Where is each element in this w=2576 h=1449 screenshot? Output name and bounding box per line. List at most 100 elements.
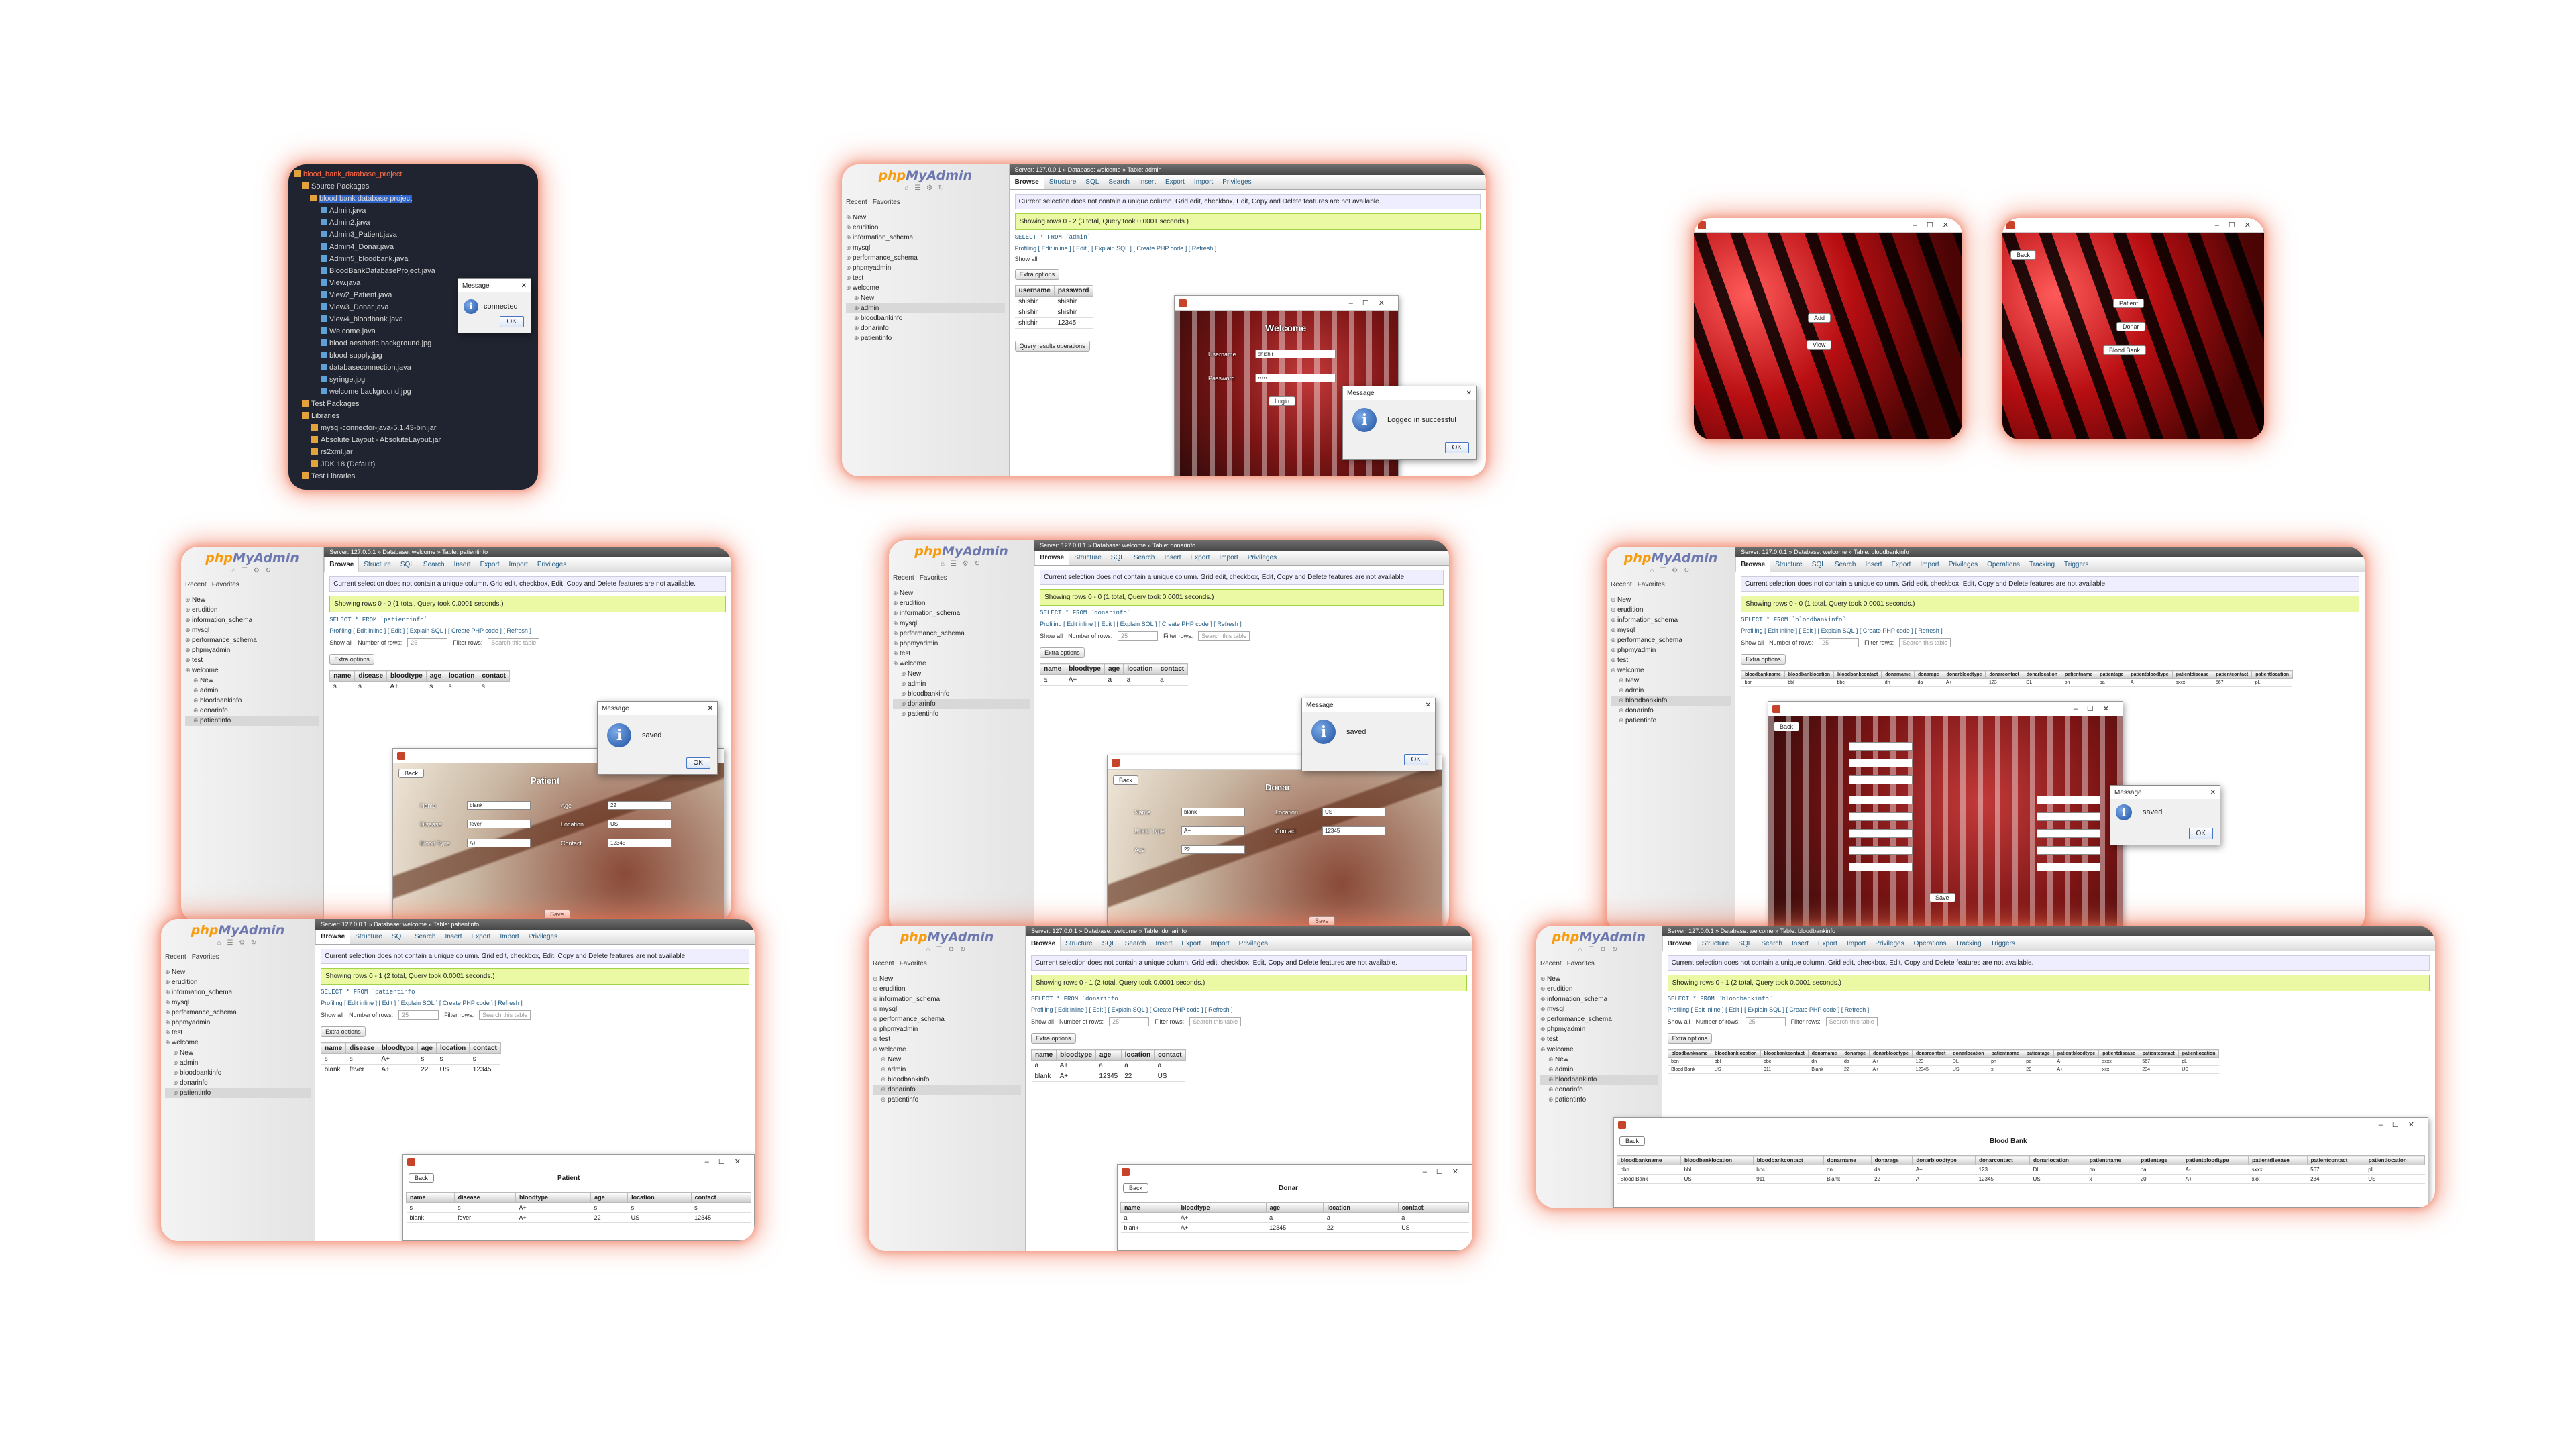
column-header[interactable]: age: [1104, 663, 1124, 675]
tab-search[interactable]: Search: [419, 557, 449, 572]
tab-structure[interactable]: Structure: [1770, 557, 1807, 572]
db-node[interactable]: test: [873, 1034, 1021, 1044]
table-node[interactable]: admin: [1611, 686, 1731, 696]
project-node[interactable]: blood_bank_database_project: [294, 168, 533, 180]
query-links[interactable]: [ Edit inline ] [ Edit ] [ Explain SQL ]…: [1063, 621, 1242, 627]
back-button[interactable]: Back: [409, 1173, 435, 1183]
table-node[interactable]: donarinfo: [873, 1085, 1021, 1095]
column-header[interactable]: age: [417, 1042, 437, 1054]
column-header[interactable]: bloodtype: [1056, 1049, 1096, 1061]
view-button[interactable]: View: [1807, 340, 1832, 350]
favorites-tab[interactable]: Favorites: [212, 581, 239, 588]
tab-import[interactable]: Import: [1205, 936, 1234, 951]
donar-button[interactable]: Donar: [2116, 322, 2145, 331]
tab-privileges[interactable]: Privileges: [1243, 551, 1281, 565]
tab-browse[interactable]: Browse: [315, 930, 351, 944]
ok-button[interactable]: OK: [1444, 442, 1469, 453]
query-results-button[interactable]: Query results operations: [1014, 341, 1090, 352]
column-header[interactable]: donarbloodtype: [1869, 1049, 1913, 1058]
show-all-checkbox[interactable]: Show all: [1741, 639, 1764, 646]
tab-browse[interactable]: Browse: [1026, 936, 1061, 951]
file-item[interactable]: Admin5_bloodbank.java: [294, 253, 533, 265]
tab-export[interactable]: Export: [1161, 175, 1189, 189]
column-header[interactable]: bloodbanklocation: [1784, 670, 1835, 679]
tab-privileges[interactable]: Privileges: [533, 557, 571, 572]
db-node[interactable]: New: [165, 967, 311, 977]
column-header[interactable]: donarbloodtype: [1942, 670, 1986, 679]
show-all-checkbox[interactable]: Show all: [329, 639, 352, 646]
tab-structure[interactable]: Structure: [359, 557, 396, 572]
table-node[interactable]: New: [185, 676, 319, 686]
back-button[interactable]: Back: [1113, 775, 1139, 785]
profiling-checkbox[interactable]: Profiling: [1741, 627, 1763, 634]
show-all-checkbox[interactable]: Show all: [1015, 256, 1038, 262]
table-node[interactable]: admin: [873, 1065, 1021, 1075]
tab-insert[interactable]: Insert: [1787, 936, 1813, 951]
close-icon[interactable]: ✕: [708, 705, 713, 712]
field-input[interactable]: 22: [1181, 845, 1245, 854]
tab-insert[interactable]: Insert: [1134, 175, 1161, 189]
column-header[interactable]: patientlocation: [2364, 1155, 2426, 1165]
column-header[interactable]: patientlocation: [2251, 670, 2293, 679]
query-links[interactable]: [ Edit inline ] [ Edit ] [ Explain SQL ]…: [1691, 1006, 1870, 1013]
column-header[interactable]: location: [1323, 1202, 1399, 1213]
rows-select[interactable]: 25: [1118, 631, 1159, 641]
db-node[interactable]: test: [185, 655, 319, 665]
table-node[interactable]: New: [893, 669, 1030, 679]
filter-input[interactable]: Search this table: [1198, 631, 1250, 641]
column-header[interactable]: bloodbankcontact: [1833, 670, 1882, 679]
table-node[interactable]: patientinfo: [185, 716, 320, 726]
nav-icons[interactable]: ⌂ ☰ ⚙ ↻: [1540, 946, 1658, 953]
table-node[interactable]: bloodbankinfo: [1540, 1075, 1658, 1085]
recent-tab[interactable]: Recent: [893, 574, 914, 582]
table-node[interactable]: patientinfo: [1540, 1095, 1658, 1105]
table-node[interactable]: patientinfo: [893, 709, 1030, 719]
column-header[interactable]: patientname: [1987, 1049, 2023, 1058]
tab-insert[interactable]: Insert: [441, 930, 467, 944]
db-node[interactable]: erudition: [893, 598, 1030, 608]
tab-import[interactable]: Import: [495, 930, 523, 944]
table-node[interactable]: donarinfo: [1611, 706, 1731, 716]
password-field[interactable]: •••••: [1255, 374, 1336, 382]
field-input[interactable]: fever: [467, 820, 531, 828]
table-node[interactable]: New: [1540, 1055, 1658, 1065]
column-header[interactable]: patientbloodtype: [2182, 1155, 2249, 1165]
query-links[interactable]: [ Edit inline ] [ Edit ] [ Explain SQL ]…: [1055, 1006, 1233, 1013]
field-input[interactable]: 22: [608, 801, 672, 810]
column-header[interactable]: patientdisease: [2248, 1155, 2308, 1165]
tab-structure[interactable]: Structure: [350, 930, 387, 944]
column-header[interactable]: contact: [469, 1042, 501, 1054]
show-all-checkbox[interactable]: Show all: [321, 1012, 343, 1018]
tab-search[interactable]: Search: [1104, 175, 1134, 189]
nav-icons[interactable]: ⌂ ☰ ⚙ ↻: [873, 946, 1021, 953]
column-header[interactable]: contact: [1154, 1049, 1186, 1061]
form-field[interactable]: [1849, 863, 1913, 871]
column-header[interactable]: donarcontact: [1985, 670, 2023, 679]
table-node[interactable]: donarinfo: [165, 1078, 311, 1088]
table-node[interactable]: admin: [165, 1058, 311, 1068]
window-controls[interactable]: –☐✕: [1349, 299, 1394, 307]
tab-sql[interactable]: SQL: [1807, 557, 1830, 572]
library-item[interactable]: JDK 18 (Default): [294, 458, 533, 470]
column-header[interactable]: bloodtype: [386, 670, 427, 682]
column-header[interactable]: name: [406, 1192, 455, 1203]
save-button[interactable]: Save: [544, 910, 570, 919]
table-node[interactable]: patientinfo: [165, 1088, 311, 1098]
rows-select[interactable]: 25: [1745, 1017, 1786, 1026]
username-field[interactable]: shishir: [1255, 350, 1336, 358]
form-field[interactable]: [2037, 846, 2100, 855]
column-header[interactable]: patientdisease: [2098, 1049, 2139, 1058]
field-input[interactable]: 12345: [608, 839, 672, 847]
file-item[interactable]: Admin3_Patient.java: [294, 229, 533, 241]
tab-insert[interactable]: Insert: [1160, 551, 1186, 565]
tab-browse[interactable]: Browse: [324, 557, 360, 572]
back-button[interactable]: Back: [398, 769, 425, 778]
table-node[interactable]: patientinfo: [1611, 716, 1731, 726]
extra-options-button[interactable]: Extra options: [321, 1026, 366, 1037]
tab-browse[interactable]: Browse: [1662, 936, 1697, 951]
nav-icons[interactable]: ⌂ ☰ ⚙ ↻: [185, 567, 319, 574]
db-node[interactable]: performance_schema: [165, 1008, 311, 1018]
tab-insert[interactable]: Insert: [449, 557, 476, 572]
profiling-checkbox[interactable]: Profiling: [1031, 1006, 1053, 1013]
tab-tracking[interactable]: Tracking: [1951, 936, 1986, 951]
